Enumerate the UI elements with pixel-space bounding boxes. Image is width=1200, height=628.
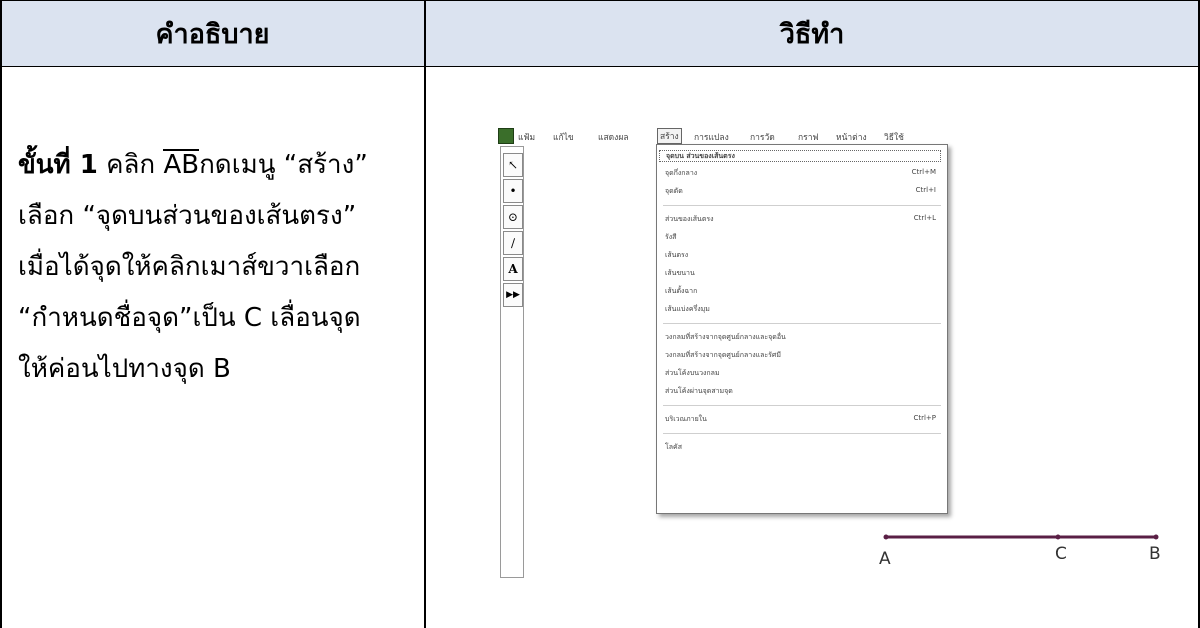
step-description: ขั้นที่ 1 คลิก ABกดเมนู “สร้าง” เลือก “จ… — [18, 140, 418, 395]
point-b-label: B — [1149, 544, 1161, 564]
desc-line-2: เลือก “จุดบนส่วนของเส้นตรง” — [18, 201, 357, 231]
point-c-dot[interactable] — [1055, 534, 1061, 540]
point-c-label: C — [1055, 544, 1067, 564]
desc-line-1: ขั้นที่ 1 คลิก ABกดเมนู “สร้าง” — [18, 140, 418, 191]
desc-line-5: ให้ค่อนไปทางจุด B — [18, 354, 231, 384]
table-border-right — [1198, 0, 1200, 628]
step-label: ขั้นที่ 1 — [18, 150, 98, 180]
click-word: คลิก — [106, 150, 156, 180]
sketch-canvas — [883, 534, 1159, 540]
menu-instruction: กดเมนู “สร้าง” — [199, 150, 368, 180]
table-border-left — [0, 0, 2, 628]
desc-line-4: “กำหนดชื่อจุด”เป็น C เลื่อนจุด — [18, 303, 361, 333]
point-a-dot[interactable] — [883, 534, 889, 540]
sketchpad-screenshot: แฟ้ม แก้ไข แสดงผล สร้าง การแปลง การวัด ก… — [498, 128, 1172, 588]
point-b-dot[interactable] — [1153, 534, 1159, 540]
point-a-label: A — [879, 549, 891, 569]
header-method: วิธีทำ — [424, 0, 1200, 67]
table-divider — [424, 0, 426, 628]
desc-line-3: เมื่อได้จุดให้คลิกเมาส์ขวาเลือก — [18, 252, 361, 282]
header-description: คำอธิบาย — [0, 0, 424, 67]
segment-ab-label: AB — [163, 149, 200, 180]
